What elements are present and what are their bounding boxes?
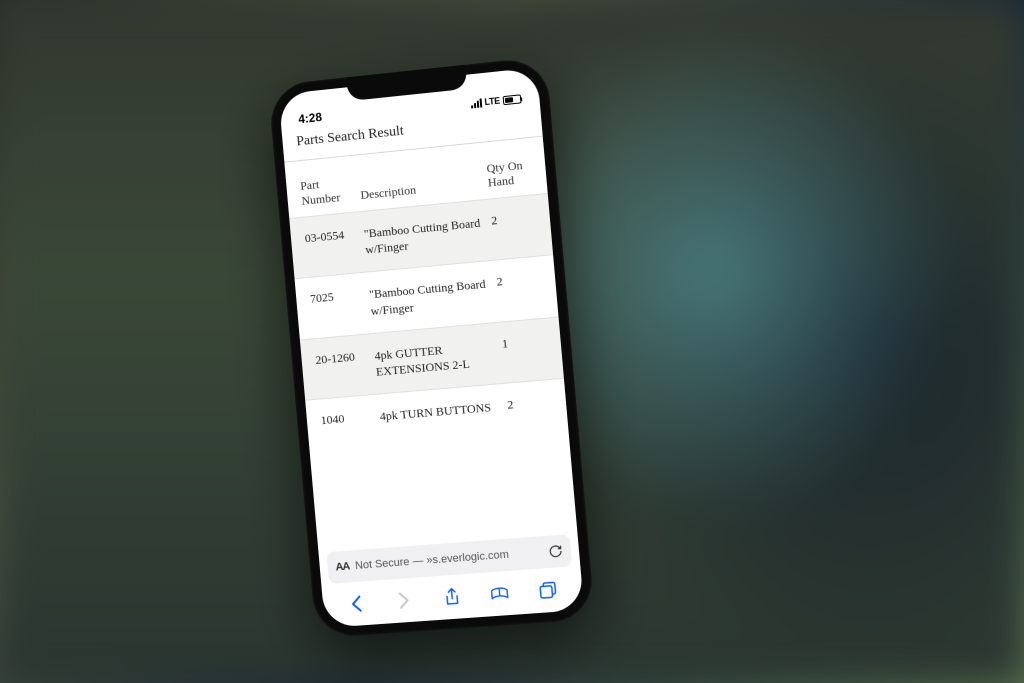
status-time: 4:28 xyxy=(298,110,323,126)
cell-part-number: 03-0554 xyxy=(304,226,364,246)
share-button[interactable] xyxy=(436,586,468,608)
bookmarks-button[interactable] xyxy=(484,585,515,603)
url-text: »s.everlogic.com xyxy=(426,549,509,567)
cell-qty: 2 xyxy=(507,394,553,413)
network-label: LTE xyxy=(484,96,500,108)
phone-screen: 4:28 LTE Parts Search Result Part Number… xyxy=(278,67,584,628)
cell-qty: 1 xyxy=(501,333,547,352)
tabs-button[interactable] xyxy=(532,580,564,600)
cell-description: 4pk GUTTER EXTENSIONS 2-L xyxy=(374,336,504,379)
forward-button[interactable] xyxy=(388,590,419,610)
cell-description: "Bamboo Cutting Board w/Finger xyxy=(363,214,493,258)
cell-qty: 2 xyxy=(496,271,542,290)
phone-device: 4:28 LTE Parts Search Result Part Number… xyxy=(268,56,595,638)
battery-icon xyxy=(503,94,522,105)
col-qty: Qty On Hand xyxy=(486,159,533,191)
cell-part-number: 7025 xyxy=(310,287,370,307)
back-button[interactable] xyxy=(341,594,372,614)
security-label: Not Secure xyxy=(355,556,410,572)
cell-description: "Bamboo Cutting Board w/Finger xyxy=(369,275,499,319)
text-size-button[interactable]: AA xyxy=(335,561,350,574)
cell-part-number: 1040 xyxy=(320,409,380,429)
signal-icon xyxy=(470,98,482,108)
cell-part-number: 20-1260 xyxy=(315,348,375,368)
col-description: Description xyxy=(360,176,489,203)
col-part-number: Part Number xyxy=(300,173,362,209)
cell-qty: 2 xyxy=(491,209,537,228)
cell-description: 4pk TURN BUTTONS xyxy=(379,398,508,425)
results-table[interactable]: Part Number Description Qty On Hand 03-0… xyxy=(284,137,577,553)
url-separator: — xyxy=(412,555,427,568)
reload-icon[interactable] xyxy=(548,544,563,559)
